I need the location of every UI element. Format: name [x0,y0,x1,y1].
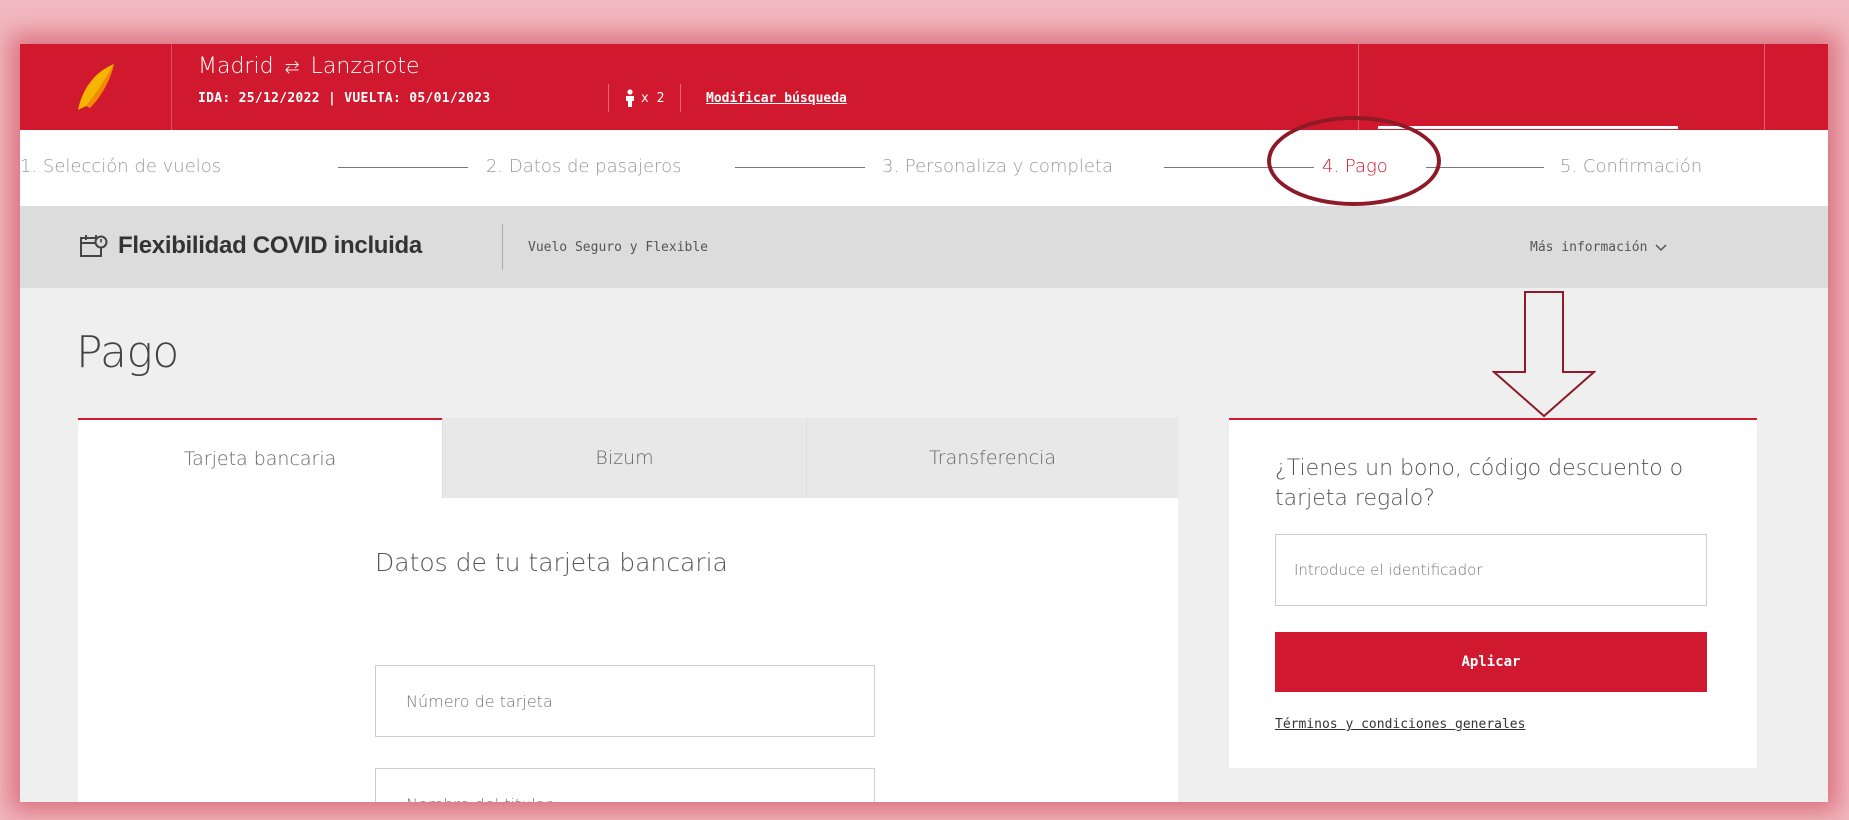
chevron-down-icon [1655,243,1667,251]
person-icon [626,89,634,107]
route-title: Madrid ⇄ Lanzarote [198,54,420,79]
step-connector [735,167,865,168]
covid-subtitle: Vuelo Seguro y Flexible [528,240,709,255]
swap-icon: ⇄ [284,57,300,78]
arrow-down-icon [1492,291,1596,418]
card-holder-input[interactable] [375,768,875,802]
passenger-count: x 2 [608,84,682,112]
calendar-icon [80,235,108,257]
step-connector [338,167,468,168]
logo-cell[interactable] [20,44,172,130]
card-data-heading: Datos de tu tarjeta bancaria [375,548,728,577]
tab-card-label: Tarjeta bancaria [183,448,337,470]
airline-logo-icon [78,64,114,110]
browser-frame: Madrid ⇄ Lanzarote IDA: 25/12/2022 | VUE… [20,44,1828,802]
tab-bizum[interactable]: Bizum [442,418,806,498]
route-from: Madrid [198,54,274,79]
tab-transfer-label: Transferencia [928,447,1057,469]
header-underline [1378,126,1678,129]
progress-steps: 1. Selección de vuelos 2. Datos de pasaj… [20,130,1828,206]
more-info-label: Más información [1530,240,1648,255]
step-customize: 3. Personaliza y completa [882,156,1114,177]
page-title: Pago [76,327,179,378]
route-to: Lanzarote [310,54,420,79]
tab-bizum-label: Bizum [595,447,654,469]
voucher-panel: ¿Tienes un bono, código descuento o tarj… [1229,418,1757,768]
voucher-title: ¿Tienes un bono, código descuento o tarj… [1275,456,1684,511]
card-number-input[interactable] [375,665,875,737]
step-confirmation: 5. Confirmación [1560,156,1703,177]
tab-card[interactable]: Tarjeta bancaria [78,418,442,498]
more-info-toggle[interactable]: Más información [1530,240,1667,255]
covid-title: Flexibilidad COVID incluida [118,232,422,259]
apply-button[interactable]: Aplicar [1275,632,1707,692]
top-header: Madrid ⇄ Lanzarote IDA: 25/12/2022 | VUE… [20,44,1828,130]
payment-panel: Tarjeta bancaria Bizum Transferencia Dat… [78,418,1178,802]
modify-search-link[interactable]: Modificar búsqueda [706,91,847,106]
highlight-circle [1267,116,1441,206]
voucher-code-input[interactable] [1275,534,1707,606]
terms-link[interactable]: Términos y condiciones generales [1275,717,1525,732]
passenger-count-label: x 2 [641,90,665,106]
step-flight-selection: 1. Selección de vuelos [20,156,222,177]
travel-dates: IDA: 25/12/2022 | VUELTA: 05/01/2023 [198,91,491,106]
divider [502,224,503,270]
header-divider [1764,44,1765,130]
tab-transfer[interactable]: Transferencia [806,418,1178,498]
covid-flexibility-bar: Flexibilidad COVID incluida Vuelo Seguro… [20,206,1828,288]
step-connector [1426,167,1544,168]
step-passenger-data: 2. Datos de pasajeros [486,156,682,177]
